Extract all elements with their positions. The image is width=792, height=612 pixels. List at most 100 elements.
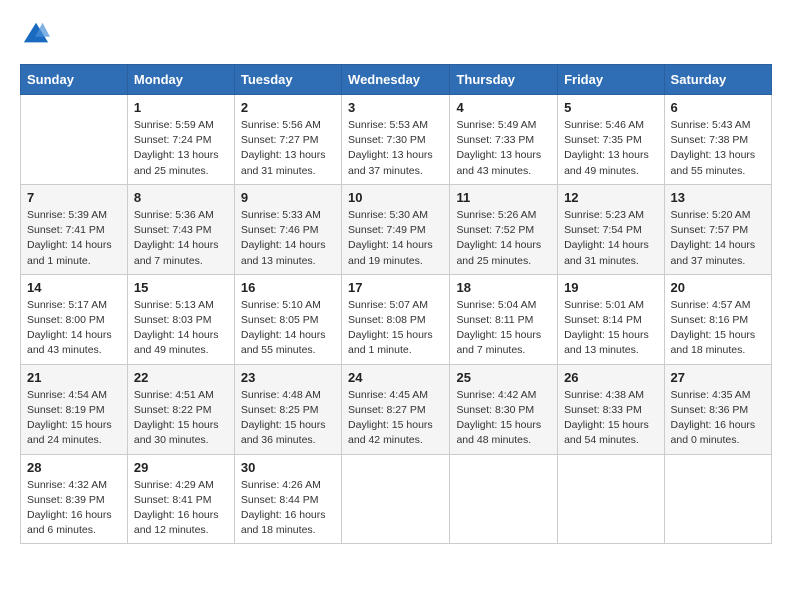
day-number: 3	[348, 100, 443, 115]
day-number: 29	[134, 460, 228, 475]
weekday-header-sunday: Sunday	[21, 65, 128, 95]
calendar-cell: 13 Sunrise: 5:20 AM Sunset: 7:57 PM Dayli…	[664, 184, 771, 274]
calendar-cell: 1 Sunrise: 5:59 AM Sunset: 7:24 PM Daylig…	[127, 95, 234, 185]
day-number: 13	[671, 190, 765, 205]
calendar-cell: 9 Sunrise: 5:33 AM Sunset: 7:46 PM Daylig…	[234, 184, 341, 274]
day-info: Sunrise: 4:51 AM Sunset: 8:22 PM Dayligh…	[134, 388, 228, 449]
calendar-cell: 28 Sunrise: 4:32 AM Sunset: 8:39 PM Dayli…	[21, 454, 128, 544]
day-info: Sunrise: 5:56 AM Sunset: 7:27 PM Dayligh…	[241, 118, 335, 179]
calendar-cell: 8 Sunrise: 5:36 AM Sunset: 7:43 PM Daylig…	[127, 184, 234, 274]
calendar-cell: 29 Sunrise: 4:29 AM Sunset: 8:41 PM Dayli…	[127, 454, 234, 544]
week-row-5: 28 Sunrise: 4:32 AM Sunset: 8:39 PM Dayli…	[21, 454, 772, 544]
day-number: 1	[134, 100, 228, 115]
weekday-header-saturday: Saturday	[664, 65, 771, 95]
day-number: 25	[456, 370, 551, 385]
calendar-cell: 12Sunrise: 5:23 AM Sunset: 7:54 PM Dayli…	[558, 184, 664, 274]
calendar-cell: 21 Sunrise: 4:54 AM Sunset: 8:19 PM Dayli…	[21, 364, 128, 454]
day-number: 24	[348, 370, 443, 385]
day-info: Sunrise: 5:39 AM Sunset: 7:41 PM Dayligh…	[27, 208, 121, 269]
calendar-cell: 4Sunrise: 5:49 AM Sunset: 7:33 PM Daylig…	[450, 95, 558, 185]
day-number: 17	[348, 280, 443, 295]
day-number: 15	[134, 280, 228, 295]
day-info: Sunrise: 5:36 AM Sunset: 7:43 PM Dayligh…	[134, 208, 228, 269]
weekday-header-tuesday: Tuesday	[234, 65, 341, 95]
day-info: Sunrise: 4:26 AM Sunset: 8:44 PM Dayligh…	[241, 478, 335, 539]
calendar-cell: 10 Sunrise: 5:30 AM Sunset: 7:49 PM Dayli…	[342, 184, 450, 274]
day-info: Sunrise: 5:07 AM Sunset: 8:08 PM Dayligh…	[348, 298, 443, 359]
day-number: 5	[564, 100, 657, 115]
day-number: 11	[456, 190, 551, 205]
week-row-3: 14 Sunrise: 5:17 AM Sunset: 8:00 PM Dayli…	[21, 274, 772, 364]
day-info: Sunrise: 4:45 AM Sunset: 8:27 PM Dayligh…	[348, 388, 443, 449]
day-number: 19	[564, 280, 657, 295]
day-info: Sunrise: 4:48 AM Sunset: 8:25 PM Dayligh…	[241, 388, 335, 449]
day-info: Sunrise: 4:42 AM Sunset: 8:30 PM Dayligh…	[456, 388, 551, 449]
day-number: 7	[27, 190, 121, 205]
page-header	[20, 20, 772, 48]
calendar-cell: 24 Sunrise: 4:45 AM Sunset: 8:27 PM Dayli…	[342, 364, 450, 454]
calendar-cell: 16Sunrise: 5:10 AM Sunset: 8:05 PM Dayli…	[234, 274, 341, 364]
week-row-4: 21 Sunrise: 4:54 AM Sunset: 8:19 PM Dayli…	[21, 364, 772, 454]
calendar-cell: 30 Sunrise: 4:26 AM Sunset: 8:44 PM Dayli…	[234, 454, 341, 544]
calendar-cell: 17 Sunrise: 5:07 AM Sunset: 8:08 PM Dayli…	[342, 274, 450, 364]
calendar-cell	[342, 454, 450, 544]
day-number: 9	[241, 190, 335, 205]
day-number: 4	[456, 100, 551, 115]
calendar-cell	[450, 454, 558, 544]
calendar-cell: 27 Sunrise: 4:35 AM Sunset: 8:36 PM Dayli…	[664, 364, 771, 454]
day-number: 10	[348, 190, 443, 205]
day-info: Sunrise: 5:26 AM Sunset: 7:52 PM Dayligh…	[456, 208, 551, 269]
day-number: 23	[241, 370, 335, 385]
day-number: 14	[27, 280, 121, 295]
calendar-cell: 23 Sunrise: 4:48 AM Sunset: 8:25 PM Dayli…	[234, 364, 341, 454]
day-info: Sunrise: 5:59 AM Sunset: 7:24 PM Dayligh…	[134, 118, 228, 179]
day-info: Sunrise: 5:46 AM Sunset: 7:35 PM Dayligh…	[564, 118, 657, 179]
day-number: 21	[27, 370, 121, 385]
calendar-cell: 3 Sunrise: 5:53 AM Sunset: 7:30 PM Daylig…	[342, 95, 450, 185]
calendar-cell: 18 Sunrise: 5:04 AM Sunset: 8:11 PM Dayli…	[450, 274, 558, 364]
day-info: Sunrise: 5:04 AM Sunset: 8:11 PM Dayligh…	[456, 298, 551, 359]
day-number: 30	[241, 460, 335, 475]
weekday-header-wednesday: Wednesday	[342, 65, 450, 95]
calendar-cell	[21, 95, 128, 185]
day-info: Sunrise: 5:33 AM Sunset: 7:46 PM Dayligh…	[241, 208, 335, 269]
calendar-cell: 2 Sunrise: 5:56 AM Sunset: 7:27 PM Daylig…	[234, 95, 341, 185]
calendar-cell: 6Sunrise: 5:43 AM Sunset: 7:38 PM Daylig…	[664, 95, 771, 185]
calendar-cell: 5 Sunrise: 5:46 AM Sunset: 7:35 PM Daylig…	[558, 95, 664, 185]
day-info: Sunrise: 5:53 AM Sunset: 7:30 PM Dayligh…	[348, 118, 443, 179]
day-number: 8	[134, 190, 228, 205]
day-info: Sunrise: 4:29 AM Sunset: 8:41 PM Dayligh…	[134, 478, 228, 539]
day-info: Sunrise: 5:43 AM Sunset: 7:38 PM Dayligh…	[671, 118, 765, 179]
day-number: 16	[241, 280, 335, 295]
calendar-table: SundayMondayTuesdayWednesdayThursdayFrid…	[20, 64, 772, 544]
calendar-cell: 22Sunrise: 4:51 AM Sunset: 8:22 PM Dayli…	[127, 364, 234, 454]
calendar-cell: 25 Sunrise: 4:42 AM Sunset: 8:30 PM Dayli…	[450, 364, 558, 454]
day-info: Sunrise: 5:30 AM Sunset: 7:49 PM Dayligh…	[348, 208, 443, 269]
day-info: Sunrise: 5:20 AM Sunset: 7:57 PM Dayligh…	[671, 208, 765, 269]
logo	[20, 20, 50, 48]
calendar-cell: 15 Sunrise: 5:13 AM Sunset: 8:03 PM Dayli…	[127, 274, 234, 364]
day-number: 2	[241, 100, 335, 115]
day-number: 18	[456, 280, 551, 295]
week-row-2: 7 Sunrise: 5:39 AM Sunset: 7:41 PM Daylig…	[21, 184, 772, 274]
day-info: Sunrise: 4:35 AM Sunset: 8:36 PM Dayligh…	[671, 388, 765, 449]
day-info: Sunrise: 5:17 AM Sunset: 8:00 PM Dayligh…	[27, 298, 121, 359]
calendar-cell: 20Sunrise: 4:57 AM Sunset: 8:16 PM Dayli…	[664, 274, 771, 364]
day-info: Sunrise: 4:32 AM Sunset: 8:39 PM Dayligh…	[27, 478, 121, 539]
day-info: Sunrise: 5:13 AM Sunset: 8:03 PM Dayligh…	[134, 298, 228, 359]
calendar-cell	[664, 454, 771, 544]
calendar-cell: 11 Sunrise: 5:26 AM Sunset: 7:52 PM Dayli…	[450, 184, 558, 274]
day-number: 26	[564, 370, 657, 385]
day-info: Sunrise: 4:38 AM Sunset: 8:33 PM Dayligh…	[564, 388, 657, 449]
day-number: 28	[27, 460, 121, 475]
day-info: Sunrise: 4:54 AM Sunset: 8:19 PM Dayligh…	[27, 388, 121, 449]
calendar-cell: 7 Sunrise: 5:39 AM Sunset: 7:41 PM Daylig…	[21, 184, 128, 274]
day-number: 20	[671, 280, 765, 295]
calendar-cell: 19 Sunrise: 5:01 AM Sunset: 8:14 PM Dayli…	[558, 274, 664, 364]
day-number: 27	[671, 370, 765, 385]
weekday-header-monday: Monday	[127, 65, 234, 95]
weekday-header-thursday: Thursday	[450, 65, 558, 95]
day-info: Sunrise: 5:23 AM Sunset: 7:54 PM Dayligh…	[564, 208, 657, 269]
day-info: Sunrise: 5:01 AM Sunset: 8:14 PM Dayligh…	[564, 298, 657, 359]
logo-icon	[22, 20, 50, 48]
